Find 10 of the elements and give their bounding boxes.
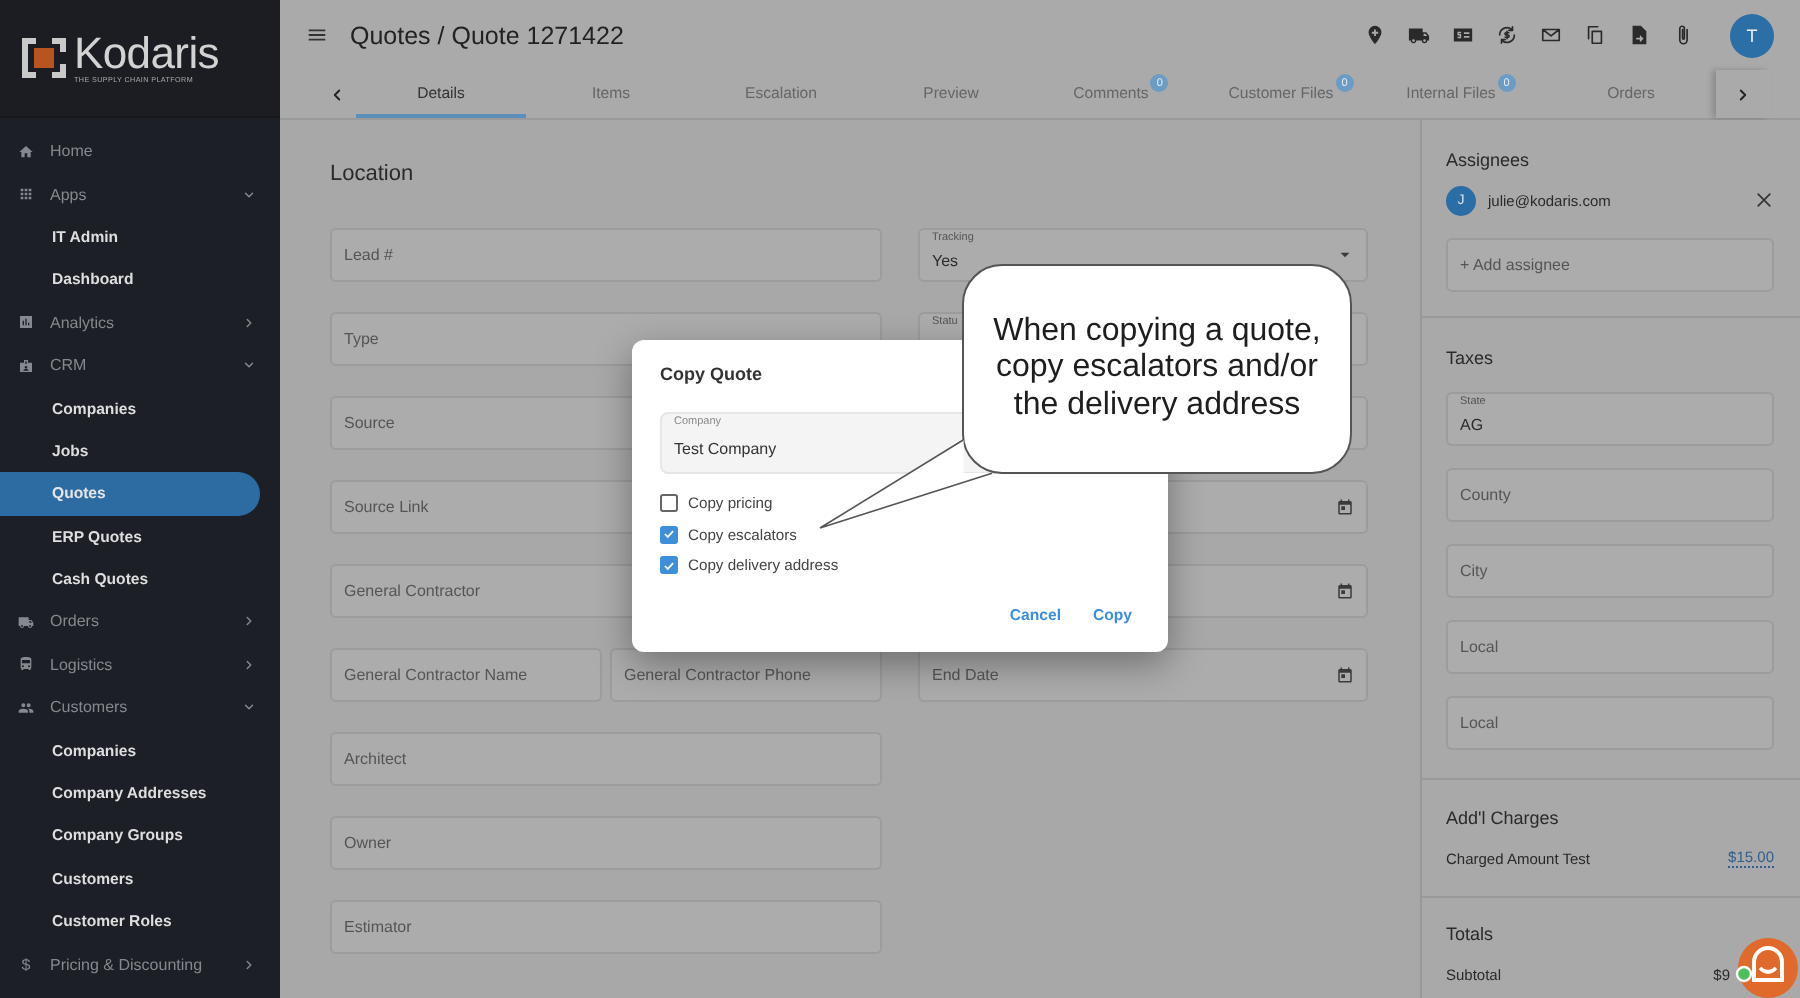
page-title: Quotes / Quote 1271422 <box>350 21 626 49</box>
section-heading: Location <box>330 160 416 188</box>
dollar-icon: $ <box>18 955 34 974</box>
section-heading: Assignees <box>1446 150 1532 170</box>
dialog-title: Copy Quote <box>660 364 762 386</box>
section-heading: Totals <box>1446 924 1496 944</box>
callout-tooltip: When copying a quote, copy escalators and/or the delivery address <box>962 264 1352 474</box>
section-heading: Add'l Charges <box>1446 808 1561 828</box>
logo-text: Kodaris <box>74 31 219 75</box>
section-heading: Taxes <box>1446 348 1496 368</box>
